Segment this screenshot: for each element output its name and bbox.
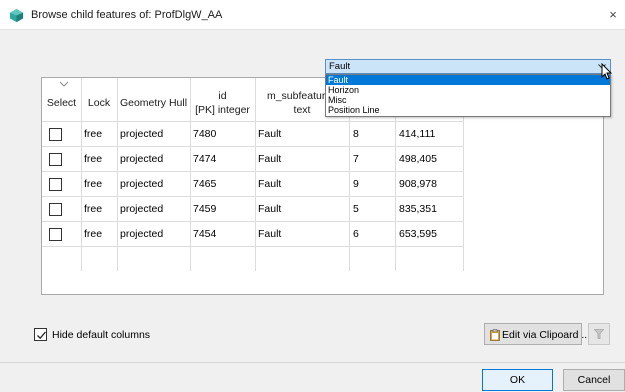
row-select-checkbox[interactable] [49,128,62,141]
checkmark-icon [37,331,46,340]
filter-icon [594,329,604,339]
lock-cell: free [84,128,103,140]
header-select-label: Select [46,97,77,109]
dropdown-list: Fault Horizon Misc Position Line [325,74,611,117]
id-cell: 7459 [193,203,217,215]
row-select-checkbox[interactable] [49,203,62,216]
lock-cell: free [84,178,103,190]
table-row[interactable]: free projected 7454 Fault 6 653,595 [43,222,463,247]
edit-via-clipboard-button[interactable]: Edit via Clipoard ... [484,323,590,345]
header-geometry-hull-label: Geometry Hull [119,97,188,109]
row-select-checkbox[interactable] [49,228,62,241]
edit-via-clipboard-label: Edit via Clipoard ... [502,329,591,341]
lock-cell: free [84,203,103,215]
filter-button[interactable] [588,323,610,345]
subfeature-cell: Fault [258,128,282,140]
dropdown-option-horizon[interactable]: Horizon [326,85,610,95]
row-select-checkbox[interactable] [49,153,62,166]
subfeature-cell: Fault [258,178,282,190]
id-cell: 7480 [193,128,217,140]
count-cell: 6 [353,228,359,240]
hide-default-columns-checkbox[interactable] [34,328,47,341]
value-cell: 835,351 [399,203,437,215]
dropdown-option-misc[interactable]: Misc [326,95,610,105]
id-cell: 7454 [193,228,217,240]
header-select[interactable]: Select [42,78,81,127]
ok-button-label: OK [509,374,526,386]
dropdown-option-fault[interactable]: Fault [326,75,610,85]
app-icon [9,8,24,23]
value-cell: 908,978 [399,178,437,190]
geometry-hull-cell: projected [120,178,164,190]
table-row[interactable]: free projected 7474 Fault 7 498,405 [43,147,463,172]
hide-default-columns-label[interactable]: Hide default columns [52,329,150,341]
count-cell: 9 [353,178,359,190]
clipboard-icon [490,329,500,341]
table-row[interactable]: free projected 7459 Fault 5 835,351 [43,197,463,222]
header-id-type: [PK] integer [195,104,250,116]
value-cell: 498,405 [399,153,437,165]
cancel-button[interactable]: Cancel [563,369,625,391]
footer-divider [0,362,625,363]
subfeature-cell: Fault [258,203,282,215]
id-cell: 7465 [193,178,217,190]
header-lock-label: Lock [87,97,111,109]
dropdown-option-position-line[interactable]: Position Line [326,105,610,115]
value-cell: 414,111 [399,128,436,140]
header-geometry-hull[interactable]: Geometry Hull [117,78,190,127]
subfeature-cell: Fault [258,153,282,165]
count-cell: 8 [353,128,359,140]
dropdown-selected-value: Fault [329,61,351,72]
table-row[interactable]: free projected 7480 Fault 8 414,111 [43,122,463,147]
row-select-checkbox[interactable] [49,178,62,191]
count-cell: 5 [353,203,359,215]
header-id[interactable]: id [PK] integer [190,78,255,127]
title-bar: Browse child features of: ProfDlgW_AA × [0,0,625,30]
subfeature-cell: Fault [258,228,282,240]
geometry-hull-cell: projected [120,128,164,140]
geometry-hull-cell: projected [120,153,164,165]
mouse-pointer-icon [601,63,613,80]
header-lock[interactable]: Lock [81,78,117,127]
sort-chevron-icon [59,81,69,87]
geometry-hull-cell: projected [120,203,164,215]
lock-cell: free [84,153,103,165]
header-id-label: id [218,90,227,102]
window-title: Browse child features of: ProfDlgW_AA [31,9,223,21]
value-cell: 653,595 [399,228,437,240]
table-row[interactable]: free projected 7465 Fault 9 908,978 [43,172,463,197]
lock-cell: free [84,228,103,240]
count-cell: 7 [353,153,359,165]
ok-button[interactable]: OK [482,369,553,391]
geometry-hull-cell: projected [120,228,164,240]
cancel-button-label: Cancel [577,374,611,386]
subfeature-filter-dropdown[interactable]: Fault [325,59,611,74]
close-button[interactable]: × [606,7,620,23]
id-cell: 7474 [193,153,217,165]
